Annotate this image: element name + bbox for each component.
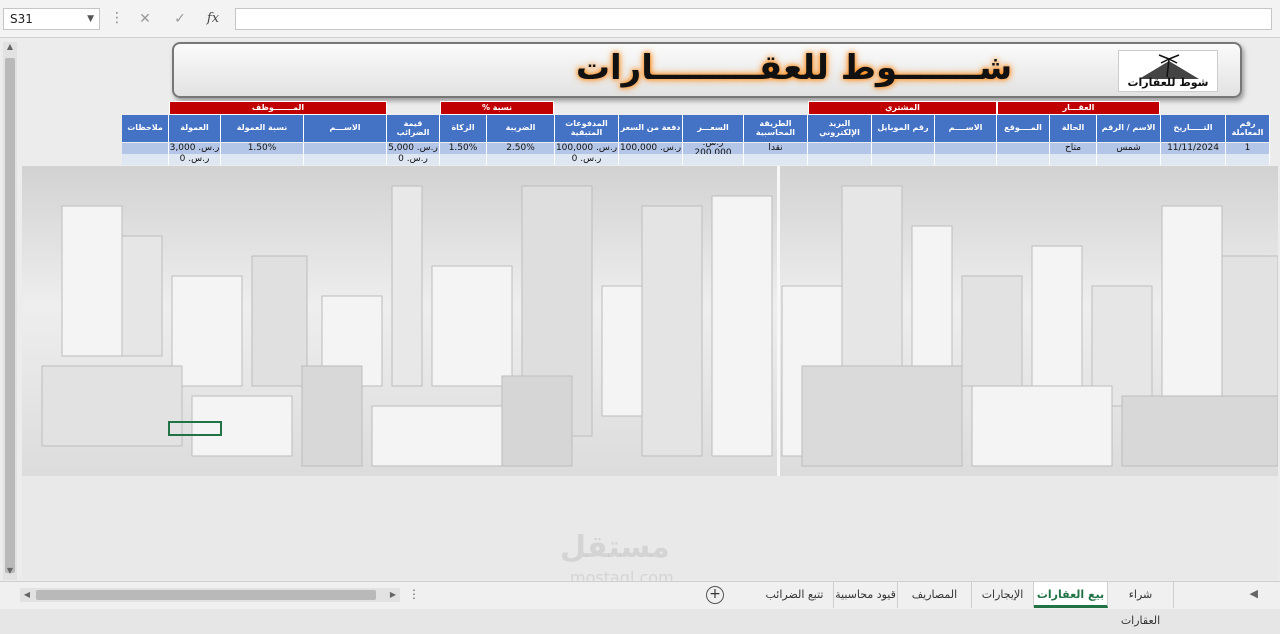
- enter-icon[interactable]: ✓: [165, 8, 195, 30]
- sheet-tab-1[interactable]: شراء العقارات: [1108, 582, 1174, 627]
- insert-function-button[interactable]: fx: [198, 8, 228, 30]
- sheet-tab-2[interactable]: بيع العقارات: [1034, 582, 1108, 608]
- group-header-percent: نسبة %: [440, 101, 554, 115]
- cell-employee-name[interactable]: [304, 154, 387, 165]
- column-header-mobile[interactable]: رقم الموبايل: [872, 115, 935, 142]
- column-header-commission[interactable]: العمولة: [169, 115, 221, 142]
- selected-cell-s31[interactable]: [168, 421, 222, 436]
- cell-date[interactable]: 11/11/2024: [1161, 143, 1226, 154]
- header-banner: شـــــــوط للعقـــــــــارات شوط للعقارا…: [172, 42, 1242, 98]
- sheet-tab-6[interactable]: تتبع الضرائب: [756, 582, 834, 608]
- cell-name-no[interactable]: شمس: [1097, 143, 1161, 154]
- cell-mobile[interactable]: [872, 154, 935, 165]
- vertical-scrollbar[interactable]: ▲ ▼: [3, 42, 17, 580]
- name-box-value: S31: [10, 12, 33, 26]
- column-header-tax[interactable]: الضريبة: [487, 115, 555, 142]
- cell-method[interactable]: [744, 154, 808, 165]
- column-header-date[interactable]: التـــــاريخ: [1161, 115, 1226, 142]
- logo-text: شوط للعقارات: [1127, 76, 1209, 89]
- column-header-employee-name[interactable]: الاســـم: [304, 115, 387, 142]
- cell-tax-value[interactable]: ر.س. 0: [387, 154, 440, 165]
- cell-remaining[interactable]: ر.س. 100,000: [555, 143, 619, 154]
- cell-employee-name[interactable]: [304, 143, 387, 154]
- scroll-right-icon[interactable]: ▶: [386, 588, 400, 602]
- cell-location[interactable]: [997, 154, 1050, 165]
- cell-status[interactable]: متاح: [1050, 143, 1097, 154]
- group-header-property: العقـــار: [997, 101, 1160, 115]
- cell-remaining[interactable]: ر.س. 0: [555, 154, 619, 165]
- column-header-remaining[interactable]: المدفوعات المتبقية: [555, 115, 619, 142]
- horizontal-scroll-thumb[interactable]: [36, 590, 376, 600]
- vertical-scroll-thumb[interactable]: [5, 58, 15, 573]
- cell-email[interactable]: [808, 143, 872, 154]
- cell-price[interactable]: [683, 154, 744, 165]
- cell-zakat[interactable]: 1.50%: [440, 143, 487, 154]
- cell-commission[interactable]: ر.س. 0: [169, 154, 221, 165]
- horizontal-scrollbar[interactable]: ◀ ▶: [20, 588, 400, 602]
- scroll-up-icon[interactable]: ▲: [3, 42, 17, 56]
- sheet-tab-3[interactable]: الإيجارات: [972, 582, 1034, 608]
- cell-down-payment[interactable]: [619, 154, 683, 165]
- cell-notes[interactable]: [122, 154, 169, 165]
- cell-tax[interactable]: [487, 154, 555, 165]
- tab-scroll-left-icon[interactable]: ◀: [1250, 587, 1258, 600]
- cell-email[interactable]: [808, 154, 872, 165]
- cell-commission[interactable]: ر.س. 3,000: [169, 143, 221, 154]
- group-header-employee: المـــــــوظف: [169, 101, 387, 115]
- more-tabs-icon[interactable]: ⋮: [408, 587, 420, 601]
- cell-commission-rate[interactable]: 1.50%: [221, 143, 304, 154]
- cell-tax-value[interactable]: ر.س. 5,000: [387, 143, 440, 154]
- column-header-method[interactable]: الطريقة المحاسبية: [744, 115, 808, 142]
- cell-zakat[interactable]: [440, 154, 487, 165]
- cell-id[interactable]: 1: [1226, 143, 1270, 154]
- cell-tax[interactable]: 2.50%: [487, 143, 555, 154]
- banner-title: شـــــــوط للعقـــــــــارات: [575, 48, 1013, 88]
- name-box[interactable]: S31 ▼: [3, 8, 100, 30]
- cell-id[interactable]: [1226, 154, 1270, 165]
- cell-buyer-name[interactable]: [935, 154, 997, 165]
- cancel-icon[interactable]: ✕: [130, 8, 160, 30]
- column-header-commission-rate[interactable]: نسبة العمولة: [221, 115, 304, 142]
- cell-notes[interactable]: [122, 143, 169, 154]
- cell-price[interactable]: ر.س. 200,000: [683, 143, 744, 154]
- more-options-icon[interactable]: ⋮: [110, 10, 124, 26]
- column-header-price[interactable]: السعـــر: [683, 115, 744, 142]
- column-header-status[interactable]: الحالة: [1050, 115, 1097, 142]
- sheet-tab-4[interactable]: المصاريف: [898, 582, 972, 608]
- column-header-location[interactable]: المــــوقع: [997, 115, 1050, 142]
- chevron-down-icon[interactable]: ▼: [87, 9, 94, 29]
- cell-buyer-name[interactable]: [935, 143, 997, 154]
- column-header-email[interactable]: البريد الإلكتروني: [808, 115, 872, 142]
- cell-location[interactable]: [997, 143, 1050, 154]
- column-header-name-no[interactable]: الاسم / الرقم: [1097, 115, 1161, 142]
- formula-input[interactable]: [235, 8, 1272, 30]
- column-header-buyer-name[interactable]: الاســــم: [935, 115, 997, 142]
- add-sheet-button[interactable]: +: [706, 586, 724, 604]
- cell-status[interactable]: [1050, 154, 1097, 165]
- scroll-down-icon[interactable]: ▼: [3, 566, 17, 580]
- cell-method[interactable]: نقدا: [744, 143, 808, 154]
- formula-bar: S31 ▼ ⋮ ✕ ✓ fx: [0, 0, 1280, 38]
- cell-down-payment[interactable]: ر.س. 100,000: [619, 143, 683, 154]
- sheet-tab-5[interactable]: قيود محاسبية: [834, 582, 898, 608]
- column-header-down-payment[interactable]: دفعة من السعر: [619, 115, 683, 142]
- cell-name-no[interactable]: [1097, 154, 1161, 165]
- cell-mobile[interactable]: [872, 143, 935, 154]
- column-header-tax-value[interactable]: قيمة الضرائب: [387, 115, 440, 142]
- group-header-buyer: المشتري: [808, 101, 997, 115]
- column-header-zakat[interactable]: الزكاة: [440, 115, 487, 142]
- watermark-text: مستقل: [560, 530, 670, 565]
- column-header-id[interactable]: رقم المعاملة: [1226, 115, 1270, 142]
- sheet-tab-bar: ◀ ▶ ⋮ + شراء العقارات بيع العقارات الإيجار…: [0, 581, 1280, 627]
- scroll-left-icon[interactable]: ◀: [20, 588, 34, 602]
- company-logo: شوط للعقارات: [1118, 50, 1218, 92]
- cell-date[interactable]: [1161, 154, 1226, 165]
- column-header-notes[interactable]: ملاحظات: [122, 115, 169, 142]
- cell-commission-rate[interactable]: [221, 154, 304, 165]
